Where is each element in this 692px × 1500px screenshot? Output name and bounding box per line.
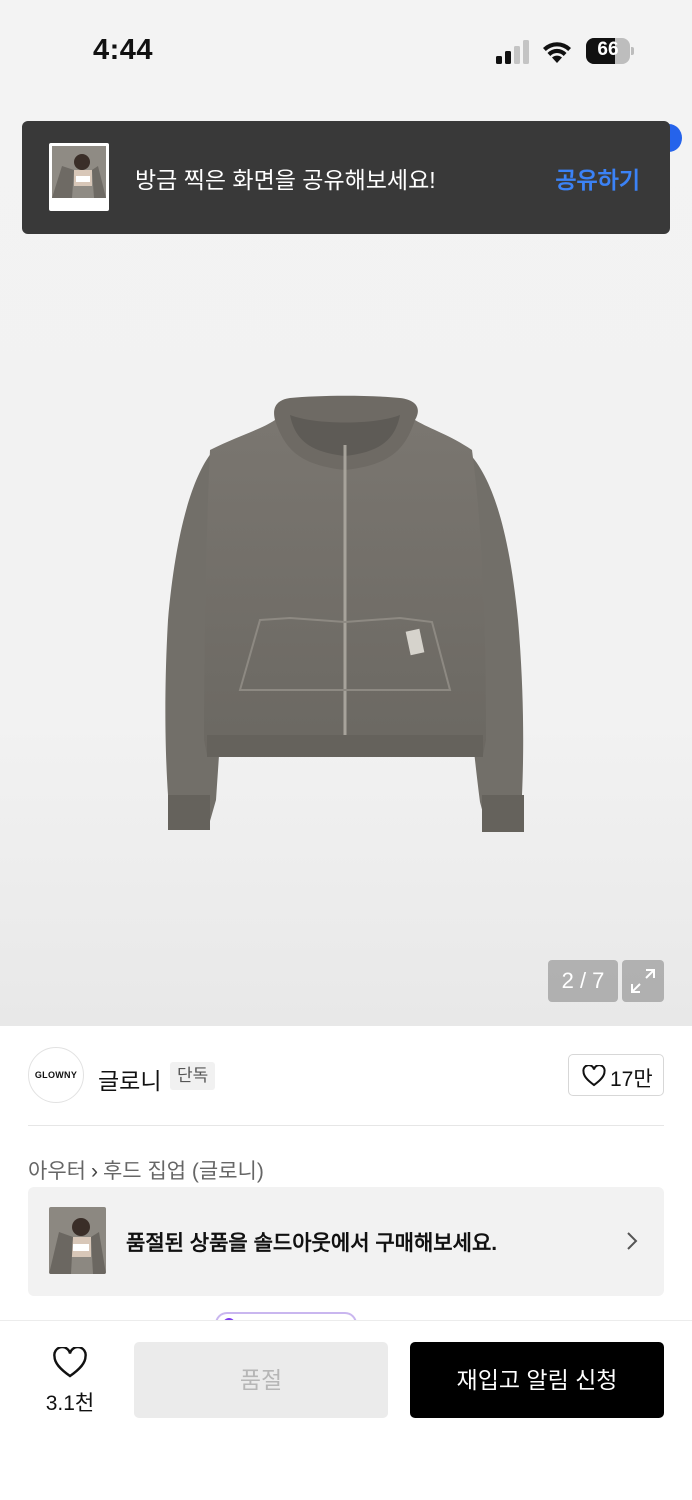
share-toast: 방금 찍은 화면을 공유해보세요! 공유하기: [22, 121, 670, 234]
share-button[interactable]: 공유하기: [555, 161, 640, 195]
soldout-thumbnail: [49, 1207, 106, 1274]
chevron-right-icon: ›: [90, 1160, 98, 1183]
exclusive-badge: 단독: [170, 1062, 216, 1090]
breadcrumb: 아우터 › 후드 집업 (글로니): [28, 1155, 264, 1185]
product-image: [165, 395, 524, 832]
soldout-button: 품절: [134, 1342, 388, 1418]
heart-icon: [582, 1065, 606, 1087]
toast-message: 방금 찍은 화면을 공유해보세요!: [135, 167, 436, 193]
breadcrumb-subcategory[interactable]: 후드 집업 (글로니): [103, 1160, 264, 1183]
expand-icon: [631, 969, 655, 993]
brand-like-count: 17만: [610, 1068, 653, 1091]
brand-logo[interactable]: GLOWNY: [28, 1047, 84, 1103]
breadcrumb-category[interactable]: 아우터: [28, 1160, 86, 1183]
wish-count: 3.1천: [45, 1392, 95, 1415]
wifi-icon: [543, 42, 571, 63]
chevron-right-icon: [627, 1232, 638, 1250]
heart-icon: [53, 1347, 87, 1378]
wish-button[interactable]: 3.1천: [28, 1343, 112, 1415]
soldout-banner[interactable]: 품절된 상품을 솔드아웃에서 구매해보세요.: [28, 1187, 664, 1296]
status-bar: 4:44 66: [0, 0, 692, 104]
divider: [28, 1125, 664, 1126]
image-page-indicator: 2 / 7: [548, 960, 618, 1002]
brand-like-button[interactable]: 17만: [568, 1054, 664, 1096]
battery-icon: 66: [586, 38, 634, 64]
battery-level: 66: [597, 39, 619, 60]
restock-alert-button[interactable]: 재입고 알림 신청: [410, 1342, 664, 1418]
brand-name[interactable]: 글로니: [98, 1062, 161, 1096]
expand-button[interactable]: [622, 960, 664, 1002]
status-time: 4:44: [93, 34, 154, 66]
soldout-banner-text: 품절된 상품을 솔드아웃에서 구매해보세요.: [126, 1232, 498, 1255]
screenshot-thumbnail[interactable]: [49, 143, 109, 211]
signal-icon: [496, 40, 529, 64]
